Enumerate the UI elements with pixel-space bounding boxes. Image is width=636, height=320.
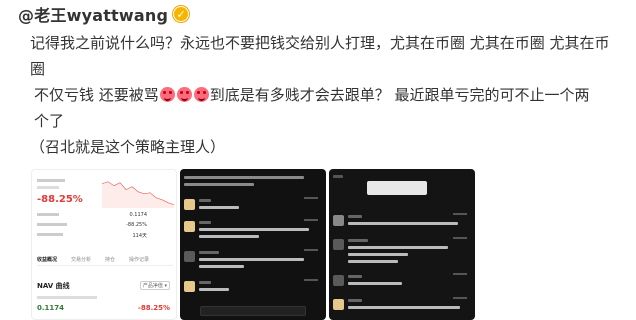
post-header: @老王wyattwang ✓	[18, 2, 190, 26]
avatar	[184, 281, 195, 292]
heart-eyes-emoji-icon	[193, 87, 209, 102]
fund-tabs: 收益概况 交易分析 持仓 操作记录	[37, 256, 173, 266]
nav-select-button[interactable]: 产品净值 ▾	[139, 281, 170, 290]
post-text-line-3: 不仅亏钱 还要被骂 到底是有多贱才会去跟单？ 最近跟单亏完的可不止一个两	[30, 82, 630, 108]
avatar	[184, 199, 195, 210]
heart-eyes-emoji-icon	[176, 87, 192, 102]
chat-message	[184, 197, 322, 219]
nav-change: -88.25%	[137, 304, 170, 312]
avatar	[333, 299, 344, 310]
chat-message	[333, 213, 471, 239]
fund-stat-row-2: -88.25%	[37, 222, 147, 230]
post-text-line-4: 个了	[34, 112, 65, 130]
chat-message	[184, 279, 322, 301]
chat-modal-overlay	[367, 181, 427, 195]
image-thumbnail-fund-card[interactable]: -88.25% 0.1174 -88.25% 114天 收益概况 交易分析 持仓…	[31, 169, 177, 320]
chat-message	[184, 173, 322, 195]
post-text-line-2: 圈	[30, 60, 46, 78]
tab-history[interactable]: 操作记录	[129, 256, 149, 265]
tab-overview[interactable]: 收益概况	[37, 256, 57, 265]
nav-value: 0.1174	[37, 304, 65, 312]
post-text-line-1: 记得我之前说什么吗？永远也不要把钱交给别人打理，尤其在币圈 尤其在币圈 尤其在币	[30, 34, 610, 52]
avatar	[333, 215, 344, 226]
avatar	[184, 221, 195, 232]
fund-sublabel-bar	[37, 186, 59, 189]
fund-stat-row-1: 0.1174	[37, 212, 147, 220]
post-text-line-3a: 不仅亏钱 还要被骂	[34, 86, 159, 104]
tab-trade-analysis[interactable]: 交易分析	[71, 256, 91, 265]
fund-sparkline	[102, 181, 174, 208]
avatar	[333, 239, 344, 250]
image-gallery: -88.25% 0.1174 -88.25% 114天 收益概况 交易分析 持仓…	[31, 169, 621, 320]
heart-eyes-emoji-icon	[159, 87, 175, 102]
avatar	[184, 251, 195, 262]
tab-holdings[interactable]: 持仓	[105, 256, 115, 265]
fund-stat-row-3: 114天	[37, 232, 147, 240]
nav-curve-title: NAV 曲线	[37, 282, 70, 290]
verified-badge-icon: ✓	[173, 6, 190, 22]
chat-message	[184, 249, 322, 279]
image-thumbnail-chat-2[interactable]	[329, 169, 475, 320]
chat-input-bar	[200, 306, 306, 316]
avatar	[333, 275, 344, 286]
chat-message	[184, 219, 322, 249]
nav-date-bar	[37, 296, 97, 299]
post-body: 记得我之前说什么吗？永远也不要把钱交给别人打理，尤其在币圈 尤其在币圈 尤其在币…	[30, 30, 630, 160]
post-text-line-5: （召北就是这个策略主理人）	[30, 138, 226, 156]
post-text-line-3b: 到底是有多贱才会去跟单？ 最近跟单亏完的可不止一个两	[209, 86, 590, 104]
chat-message	[333, 297, 471, 319]
chat-message	[333, 273, 471, 295]
fund-label-bar	[37, 179, 65, 182]
chat-message	[333, 237, 471, 273]
image-thumbnail-chat-1[interactable]	[180, 169, 326, 320]
fund-return-percent: -88.25%	[37, 194, 83, 205]
username-link[interactable]: @老王wyattwang	[18, 2, 168, 26]
